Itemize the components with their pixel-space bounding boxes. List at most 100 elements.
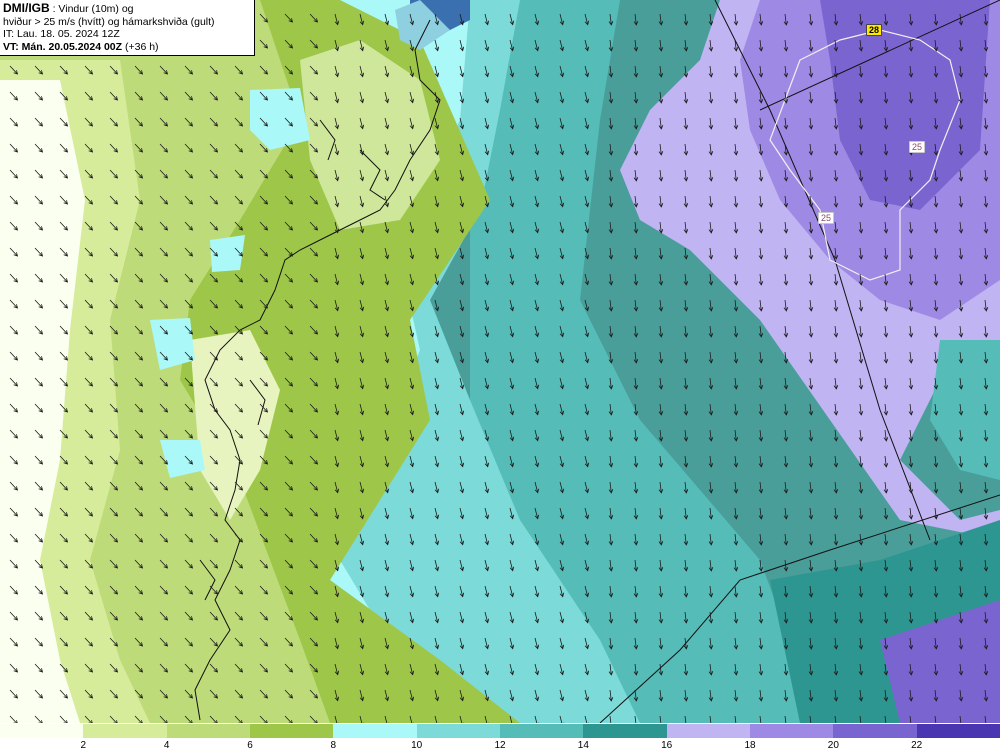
- wind-arrow-icon: [683, 273, 689, 286]
- wind-arrow-icon: [683, 377, 689, 390]
- wind-arrow-icon: [833, 533, 839, 546]
- wind-arrow-icon: [708, 299, 714, 312]
- wind-arrow-icon: [608, 273, 614, 286]
- wind-arrow-icon: [434, 299, 440, 312]
- wind-arrow-icon: [633, 325, 639, 338]
- wind-arrow-icon: [783, 377, 789, 390]
- wind-arrow-icon: [683, 65, 689, 78]
- wind-arrow-icon: [733, 481, 739, 494]
- wind-arrow-icon: [758, 325, 764, 338]
- wind-arrow-icon: [633, 39, 639, 52]
- gust-description: hviður > 25 m/s (hvítt) og hámarkshviða …: [3, 15, 215, 28]
- wind-arrow-icon: [459, 273, 465, 286]
- legend-swatch: [666, 724, 750, 738]
- wind-arrow-icon: [783, 533, 789, 546]
- legend-tick-label: 10: [411, 740, 423, 751]
- wind-arrow-icon: [608, 143, 614, 156]
- legend-tick-label: 8: [330, 740, 337, 751]
- wind-arrow-icon: [658, 65, 664, 78]
- wind-arrow-icon: [733, 429, 739, 442]
- wind-arrow-icon: [758, 507, 764, 520]
- wind-arrow-icon: [708, 429, 714, 442]
- wind-arrow-icon: [633, 65, 639, 78]
- variable-label: : Vindur (10m) og: [49, 3, 134, 15]
- wind-arrow-icon: [608, 117, 614, 130]
- wind-arrow-icon: [658, 39, 664, 52]
- wind-arrow-icon: [783, 455, 789, 468]
- wind-arrow-icon: [933, 455, 939, 468]
- legend-swatch: [583, 724, 667, 738]
- wind-arrow-icon: [683, 13, 689, 26]
- wind-arrow-icon: [733, 377, 739, 390]
- wind-arrow-icon: [658, 247, 664, 260]
- wind-arrow-icon: [908, 455, 914, 468]
- wind-arrow-icon: [933, 481, 939, 494]
- wind-arrow-icon: [633, 91, 639, 104]
- wind-arrow-icon: [708, 455, 714, 468]
- wind-arrow-icon: [683, 325, 689, 338]
- gust-contour-label-a: 25: [909, 141, 926, 153]
- wind-arrow-icon: [758, 403, 764, 416]
- wind-arrow-icon: [658, 403, 664, 416]
- wind-arrow-icon: [658, 299, 664, 312]
- wind-arrow-icon: [833, 455, 839, 468]
- legend-tick-label: 2: [80, 740, 87, 751]
- wind-arrow-icon: [683, 39, 689, 52]
- wind-arrow-icon: [633, 117, 639, 130]
- wind-arrow-icon: [783, 481, 789, 494]
- legend-swatch: [249, 724, 334, 738]
- wind-arrow-icon: [459, 299, 465, 312]
- wind-arrow-icon: [708, 351, 714, 364]
- legend-tick-label: 22: [911, 740, 923, 751]
- legend-tick-label: 4: [163, 740, 170, 751]
- wind-arrow-icon: [708, 13, 714, 26]
- wind-arrow-icon: [683, 247, 689, 260]
- legend-tick-label: 12: [494, 740, 506, 751]
- wind-arrow-icon: [708, 273, 714, 286]
- wind-arrow-icon: [733, 325, 739, 338]
- legend-tick-label: 6: [247, 740, 253, 751]
- wind-arrow-icon: [683, 351, 689, 364]
- wind-arrow-icon: [833, 507, 839, 520]
- valid-time: VT: Mán. 20.05.2024 00Z: [3, 40, 123, 53]
- legend-tick-label: 14: [577, 740, 589, 751]
- wind-map[interactable]: 28 25 25 DMI/IGB : Vindur (10m) og hviðu…: [0, 0, 1000, 723]
- color-legend: 2 4 6 8 10 12 14 16 18 20 22: [0, 723, 1000, 753]
- wind-arrow-icon: [708, 481, 714, 494]
- wind-arrow-icon: [608, 247, 614, 260]
- legend-swatch: [499, 724, 584, 738]
- legend-swatch: [333, 724, 417, 738]
- wind-arrow-icon: [983, 481, 989, 494]
- wind-arrow-icon: [958, 507, 964, 520]
- wind-arrow-icon: [584, 273, 590, 286]
- wind-arrow-icon: [608, 195, 614, 208]
- wind-arrow-icon: [958, 481, 964, 494]
- wind-arrow-icon: [808, 455, 814, 468]
- wind-arrow-icon: [883, 533, 889, 546]
- wind-arrow-icon: [808, 429, 814, 442]
- legend-tick-label: 20: [827, 740, 839, 751]
- wind-arrow-icon: [758, 351, 764, 364]
- wind-arrow-icon: [658, 377, 664, 390]
- wind-arrow-icon: [708, 325, 714, 338]
- wind-arrow-icon: [858, 507, 864, 520]
- wind-arrow-icon: [459, 325, 465, 338]
- wind-arrow-icon: [733, 299, 739, 312]
- wind-arrow-icon: [633, 299, 639, 312]
- wind-arrow-icon: [633, 13, 639, 26]
- wind-speed-field: [0, 0, 1000, 723]
- wind-arrow-icon: [683, 299, 689, 312]
- legend-swatch: [749, 724, 834, 738]
- wind-arrow-icon: [683, 429, 689, 442]
- wind-arrow-icon: [758, 377, 764, 390]
- wind-arrow-icon: [783, 507, 789, 520]
- wind-arrow-icon: [733, 351, 739, 364]
- initial-time: IT: Lau. 18. 05. 2024 12Z: [3, 28, 120, 40]
- legend-swatch: [0, 724, 84, 738]
- max-gust-label: 28: [866, 24, 883, 36]
- lead-time: (+36 h): [122, 40, 159, 53]
- wind-arrow-icon: [733, 403, 739, 416]
- wind-arrow-icon: [608, 221, 614, 234]
- wind-arrow-icon: [584, 247, 590, 260]
- wind-speed-bands: [0, 0, 1000, 723]
